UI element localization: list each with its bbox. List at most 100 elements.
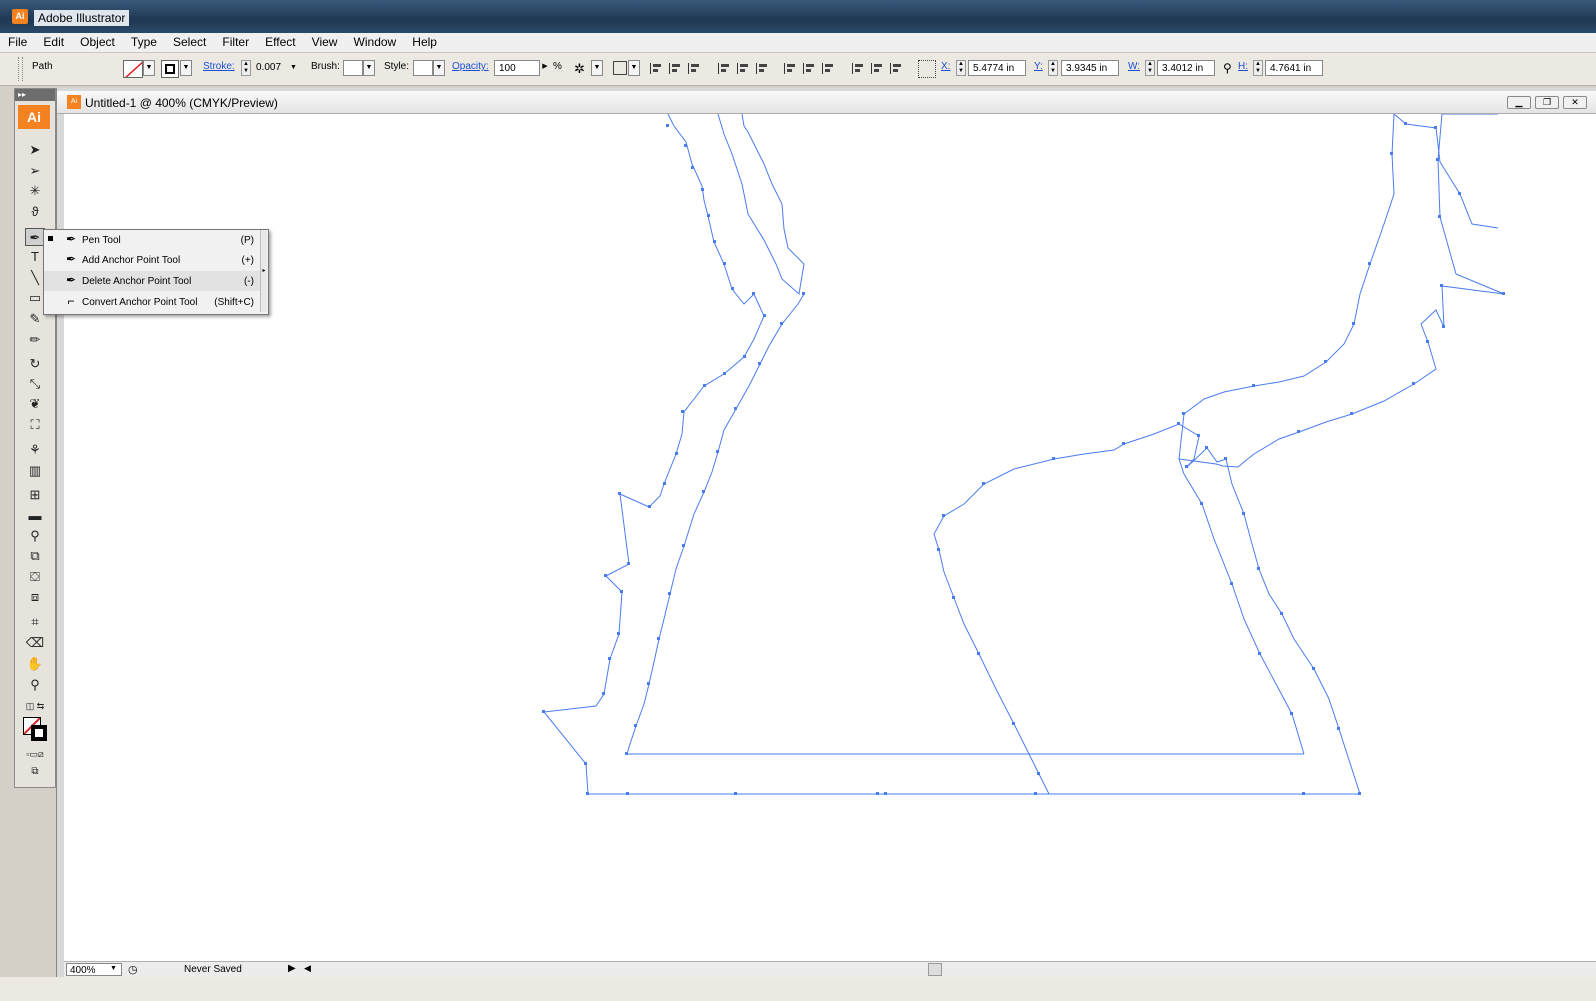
recolor-wand-icon[interactable]: ✲ (574, 61, 585, 77)
flyout-pen-tool[interactable]: ✒ Pen Tool (P) (44, 230, 260, 250)
tearoff-handle-icon[interactable]: ▸ (260, 230, 267, 312)
brush-swatch[interactable] (343, 60, 363, 76)
distribute-hcenter-icon[interactable] (871, 63, 886, 74)
align-to-icon[interactable] (613, 61, 627, 75)
menu-filter[interactable]: Filter (217, 33, 254, 51)
menu-file[interactable]: File (3, 33, 32, 51)
pen-tool-icon[interactable]: ✒ (25, 228, 45, 246)
fill-swatch[interactable] (123, 60, 143, 78)
color-mode-buttons-icon[interactable]: ▫▭⧄ (25, 745, 45, 763)
graph-tool-icon[interactable]: ▥ (25, 462, 45, 480)
tools-panel-collapse[interactable]: ▸▸ (15, 89, 55, 101)
fill-stroke-swatches[interactable] (23, 717, 49, 741)
stroke-label[interactable]: Stroke: (203, 61, 235, 72)
align-hcenter-icon[interactable] (669, 63, 684, 74)
flyout-convert-anchor-point-tool[interactable]: ⌐ Convert Anchor Point Tool (Shift+C) (44, 292, 260, 312)
x-label[interactable]: X: (941, 61, 950, 72)
flyout-add-anchor-point-tool[interactable]: ✒ Add Anchor Point Tool (+) (44, 250, 260, 270)
paintbrush-tool-icon[interactable]: ✎ (25, 310, 45, 328)
close-button[interactable]: ✕ (1563, 96, 1587, 109)
menu-help[interactable]: Help (407, 33, 442, 51)
stroke-spinner[interactable]: ▲ ▼ (241, 60, 251, 76)
default-colors-icon[interactable]: ◫ ⇆ (25, 697, 45, 715)
align-right-icon[interactable] (688, 63, 703, 74)
y-label[interactable]: Y: (1034, 61, 1043, 72)
menu-view[interactable]: View (307, 33, 343, 51)
type-tool-icon[interactable]: T (25, 248, 45, 266)
x-spinner[interactable]: ▲ ▼ (956, 60, 966, 76)
selection-tool-icon[interactable]: ➤ (25, 141, 45, 159)
menu-edit[interactable]: Edit (38, 33, 69, 51)
scale-tool-icon[interactable]: ⤡ (25, 375, 45, 393)
align-bottom-icon[interactable] (756, 63, 771, 74)
fill-dropdown[interactable]: ▼ (143, 60, 155, 76)
distribute-vcenter-icon[interactable] (803, 63, 818, 74)
screen-mode-icon[interactable]: ⧉ (25, 763, 45, 781)
horizontal-scrollbar-thumb[interactable] (928, 963, 942, 976)
align-left-icon[interactable] (650, 63, 665, 74)
live-paint-bucket-tool-icon[interactable]: ⛋ (25, 568, 45, 586)
status-menu-arrow[interactable]: ▶ (288, 963, 296, 974)
flyout-delete-anchor-point-tool[interactable]: ✒ Delete Anchor Point Tool (-) (44, 271, 260, 291)
free-transform-tool-icon[interactable]: ⛶ (25, 416, 45, 434)
menu-effect[interactable]: Effect (260, 33, 300, 51)
zoom-tool-icon[interactable]: ⚲ (25, 676, 45, 694)
style-dropdown[interactable]: ▼ (433, 60, 445, 76)
align-vcenter-icon[interactable] (737, 63, 752, 74)
reference-point-icon[interactable] (918, 60, 936, 78)
gradient-tool-icon[interactable]: ▬ (25, 507, 45, 525)
align-top-icon[interactable] (718, 63, 733, 74)
opacity-arrow[interactable]: ▶ (539, 60, 551, 76)
menu-window[interactable]: Window (349, 33, 402, 51)
brush-dropdown[interactable]: ▼ (363, 60, 375, 76)
x-field[interactable]: 5.4774 in (968, 60, 1026, 76)
recolor-dropdown[interactable]: ▼ (591, 60, 603, 76)
document-tab[interactable]: Ai Untitled-1 @ 400% (CMYK/Preview) ▁ ❐ … (57, 91, 1596, 114)
restore-button[interactable]: ❐ (1535, 96, 1559, 109)
opacity-field[interactable]: 100 (494, 60, 540, 76)
pencil-tool-icon[interactable]: ✏ (25, 331, 45, 349)
grip-handle-icon[interactable] (18, 57, 23, 81)
direct-selection-tool-icon[interactable]: ➢ (25, 162, 45, 180)
opacity-label[interactable]: Opacity: (452, 61, 489, 72)
slice-tool-icon[interactable]: ⌗ (25, 613, 45, 631)
scroll-left-arrow[interactable]: ◀ (304, 963, 311, 974)
eraser-tool-icon[interactable]: ⌫ (25, 634, 45, 652)
status-clock-icon[interactable]: ◷ (128, 963, 138, 976)
align-to-dropdown[interactable]: ▼ (628, 60, 640, 76)
stroke-swatch[interactable] (161, 60, 179, 78)
menu-type[interactable]: Type (126, 33, 162, 51)
h-label[interactable]: H: (1238, 61, 1248, 72)
magic-wand-tool-icon[interactable]: ✳ (25, 182, 45, 200)
distribute-top-icon[interactable] (784, 63, 799, 74)
y-spinner[interactable]: ▲ ▼ (1048, 60, 1058, 76)
stroke-dropdown[interactable]: ▼ (180, 60, 192, 76)
live-paint-selection-tool-icon[interactable]: ⧈ (25, 588, 45, 606)
hand-tool-icon[interactable]: ✋ (25, 655, 45, 673)
menu-object[interactable]: Object (75, 33, 120, 51)
constrain-proportions-icon[interactable]: ⚲ (1223, 61, 1232, 75)
w-spinner[interactable]: ▲ ▼ (1145, 60, 1155, 76)
style-swatch[interactable] (413, 60, 433, 76)
rotate-tool-icon[interactable]: ↻ (25, 355, 45, 373)
w-label[interactable]: W: (1128, 61, 1140, 72)
zoom-dropdown[interactable]: ▼ (110, 965, 117, 972)
w-field[interactable]: 3.4012 in (1157, 60, 1215, 76)
warp-tool-icon[interactable]: ❦ (25, 395, 45, 413)
eyedropper-tool-icon[interactable]: ⚲ (25, 527, 45, 545)
lasso-tool-icon[interactable]: ϑ (25, 203, 45, 221)
mesh-tool-icon[interactable]: ⊞ (25, 486, 45, 504)
blend-tool-icon[interactable]: ⧉ (25, 547, 45, 565)
y-field[interactable]: 3.9345 in (1061, 60, 1119, 76)
stroke-weight-dropdown[interactable]: ▼ (290, 64, 297, 71)
minimize-button[interactable]: ▁ (1507, 96, 1531, 109)
symbol-sprayer-tool-icon[interactable]: ⚘ (25, 441, 45, 459)
distribute-right-icon[interactable] (890, 63, 905, 74)
rectangle-tool-icon[interactable]: ▭ (25, 289, 45, 307)
menu-select[interactable]: Select (168, 33, 211, 51)
h-field[interactable]: 4.7641 in (1265, 60, 1323, 76)
distribute-left-icon[interactable] (852, 63, 867, 74)
h-spinner[interactable]: ▲ ▼ (1253, 60, 1263, 76)
line-tool-icon[interactable]: ╲ (25, 269, 45, 287)
distribute-bottom-icon[interactable] (822, 63, 837, 74)
